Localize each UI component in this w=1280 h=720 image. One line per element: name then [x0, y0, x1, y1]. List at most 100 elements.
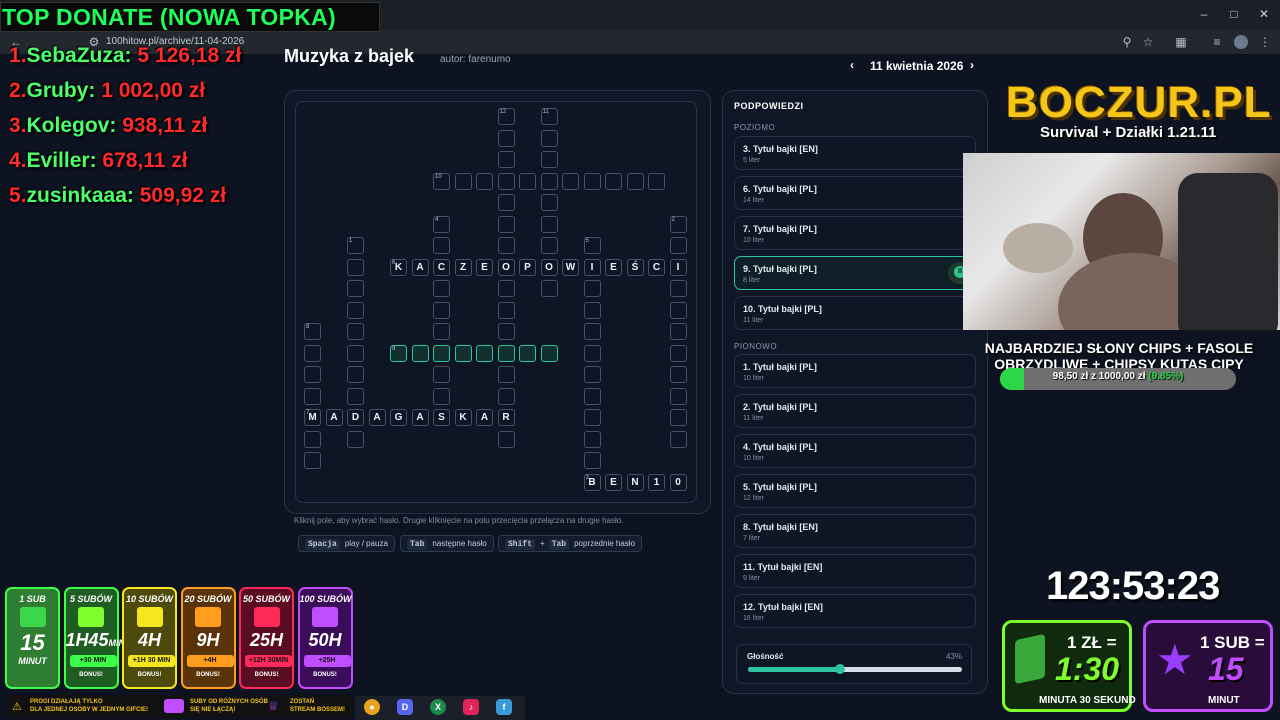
- crossword-cell[interactable]: K: [454, 409, 472, 426]
- crossword-cell[interactable]: [669, 301, 687, 319]
- hint-item[interactable]: 2. Tytuł bajki [PL] 11 liter: [734, 394, 976, 428]
- crossword-cell[interactable]: [583, 430, 601, 448]
- crossword-cell[interactable]: [304, 387, 321, 405]
- crossword-cell[interactable]: [433, 387, 450, 405]
- volume-thumb[interactable]: [835, 664, 846, 674]
- crossword-cell[interactable]: [497, 430, 515, 448]
- crossword-cell[interactable]: [583, 366, 601, 383]
- crossword-cell[interactable]: [540, 215, 558, 233]
- bookmark-star-icon[interactable]: ☆: [1141, 35, 1155, 49]
- crossword-cell[interactable]: N: [626, 473, 644, 491]
- crossword-cell[interactable]: [540, 344, 558, 362]
- hint-item[interactable]: 9. Tytuł bajki [PL] 8 liter: [734, 256, 976, 290]
- crossword-cell[interactable]: [583, 387, 601, 405]
- crossword-cell[interactable]: E: [605, 473, 622, 491]
- crossword-cell[interactable]: [497, 194, 515, 211]
- crossword-cell[interactable]: C: [648, 258, 665, 276]
- crossword-cell[interactable]: O: [497, 258, 515, 276]
- crossword-cell[interactable]: P: [519, 258, 536, 276]
- crossword-cell[interactable]: [583, 301, 601, 319]
- crossword-cell[interactable]: Ś: [626, 258, 644, 276]
- crossword-cell[interactable]: [540, 194, 558, 211]
- key-icon[interactable]: ⚲: [1120, 35, 1134, 49]
- crossword-cell[interactable]: [540, 172, 558, 190]
- crossword-cell[interactable]: [497, 151, 515, 168]
- crossword-cell[interactable]: [519, 344, 536, 362]
- crossword-cell[interactable]: [497, 387, 515, 405]
- extensions-icon[interactable]: ▦: [1174, 35, 1188, 49]
- crossword-cell[interactable]: [433, 366, 450, 383]
- chrome-icon[interactable]: ●: [364, 699, 380, 715]
- crossword-cell[interactable]: [562, 172, 579, 190]
- crossword-cell[interactable]: E: [476, 258, 493, 276]
- crossword-cell[interactable]: [540, 151, 558, 168]
- crossword-cell[interactable]: [347, 366, 364, 383]
- crossword-cell[interactable]: R: [497, 409, 515, 426]
- crossword-cell[interactable]: [648, 172, 665, 190]
- crossword-cell[interactable]: [347, 430, 364, 448]
- hint-item[interactable]: 7. Tytuł bajki [PL] 10 liter: [734, 216, 976, 250]
- next-date-icon[interactable]: ›: [970, 58, 974, 72]
- crossword-cell[interactable]: [669, 387, 687, 405]
- app-f-icon[interactable]: f: [496, 699, 512, 715]
- crossword-cell[interactable]: I: [669, 258, 687, 276]
- crossword-cell[interactable]: [497, 280, 515, 297]
- crossword-cell[interactable]: C: [433, 258, 450, 276]
- crossword-cell[interactable]: [626, 172, 644, 190]
- crossword-cell[interactable]: [497, 366, 515, 383]
- crossword-cell[interactable]: [669, 409, 687, 426]
- crossword-cell[interactable]: [433, 323, 450, 340]
- crossword-cell[interactable]: [304, 344, 321, 362]
- maximize-icon[interactable]: □: [1224, 6, 1244, 22]
- crossword-cell[interactable]: [347, 323, 364, 340]
- crossword-cell[interactable]: [476, 172, 493, 190]
- crossword-cell[interactable]: [347, 280, 364, 297]
- crossword-cell[interactable]: [497, 215, 515, 233]
- crossword-cell[interactable]: [347, 258, 364, 276]
- crossword-cell[interactable]: [540, 237, 558, 254]
- crossword-cell[interactable]: [497, 172, 515, 190]
- profile-avatar[interactable]: [1234, 35, 1248, 49]
- crossword-cell[interactable]: [669, 237, 687, 254]
- menu-icon[interactable]: ⋮: [1258, 35, 1272, 49]
- crossword-cell[interactable]: [454, 172, 472, 190]
- crossword-cell[interactable]: 0: [669, 473, 687, 491]
- crossword-cell[interactable]: O: [540, 258, 558, 276]
- hint-item[interactable]: 4. Tytuł bajki [PL] 10 liter: [734, 434, 976, 468]
- crossword-cell[interactable]: [669, 280, 687, 297]
- crossword-cell[interactable]: [304, 366, 321, 383]
- hint-item[interactable]: 1. Tytuł bajki [PL] 10 liter: [734, 354, 976, 388]
- crossword-cell[interactable]: A: [325, 409, 343, 426]
- minimize-icon[interactable]: –: [1194, 6, 1214, 22]
- discord-icon[interactable]: D: [397, 699, 413, 715]
- crossword-cell[interactable]: [347, 301, 364, 319]
- crossword-cell[interactable]: [433, 237, 450, 254]
- crossword-cell[interactable]: [497, 323, 515, 340]
- crossword-cell[interactable]: E: [605, 258, 622, 276]
- crossword-cell[interactable]: A: [411, 409, 429, 426]
- crossword-cell[interactable]: [411, 344, 429, 362]
- crossword-cell[interactable]: [540, 280, 558, 297]
- hint-item[interactable]: 8. Tytuł bajki [EN] 7 liter: [734, 514, 976, 548]
- crossword-cell[interactable]: [433, 280, 450, 297]
- crossword-cell[interactable]: A: [411, 258, 429, 276]
- crossword-cell[interactable]: W: [562, 258, 579, 276]
- crossword-cell[interactable]: [540, 129, 558, 147]
- crossword-cell[interactable]: [497, 129, 515, 147]
- hint-item[interactable]: 12. Tytuł bajki [EN] 16 liter: [734, 594, 976, 628]
- crossword-cell[interactable]: [583, 280, 601, 297]
- crossword-cell[interactable]: [497, 301, 515, 319]
- crossword-cell[interactable]: [304, 430, 321, 448]
- crossword-cell[interactable]: G: [390, 409, 407, 426]
- hint-item[interactable]: 10. Tytuł bajki [PL] 11 liter: [734, 296, 976, 330]
- hint-item[interactable]: 11. Tytuł bajki [EN] 9 liter: [734, 554, 976, 588]
- crossword-cell[interactable]: [583, 344, 601, 362]
- crossword-cell[interactable]: [433, 301, 450, 319]
- crossword-cell[interactable]: [347, 344, 364, 362]
- crossword-cell[interactable]: [583, 409, 601, 426]
- crossword-cell[interactable]: [669, 430, 687, 448]
- prev-date-icon[interactable]: ‹: [850, 58, 854, 72]
- crossword-cell[interactable]: [304, 452, 321, 469]
- crossword-cell[interactable]: [347, 387, 364, 405]
- close-icon[interactable]: ✕: [1254, 6, 1274, 22]
